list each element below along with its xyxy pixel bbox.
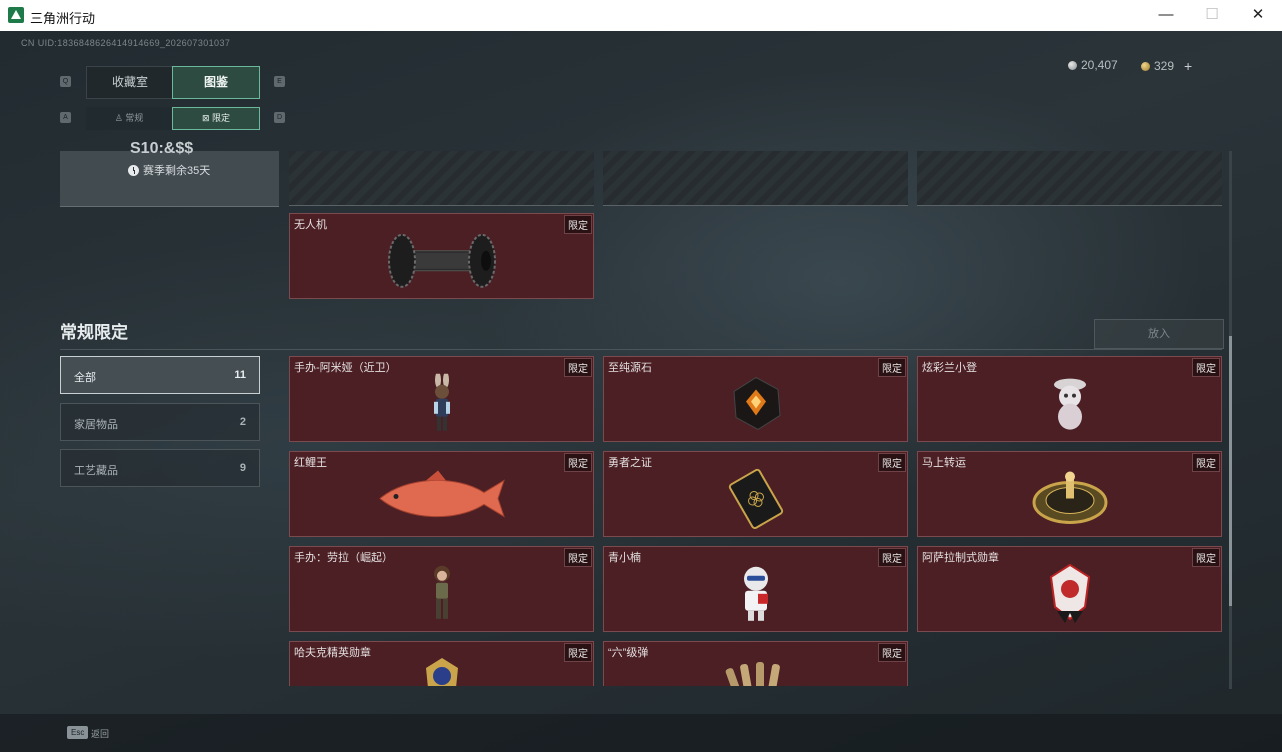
category-count: 11: [234, 369, 246, 381]
silver-coin-icon: [1068, 60, 1077, 70]
app-logo-icon: [8, 7, 24, 23]
limited-badge: 限定: [564, 548, 592, 567]
put-in-button[interactable]: 放入: [1094, 319, 1224, 349]
item-card[interactable]: 手办：劳拉（崛起） 限定: [289, 546, 594, 632]
limited-badge: 限定: [1192, 358, 1220, 377]
card-emblem-icon: [728, 468, 783, 530]
item-name: 勇者之证: [608, 457, 652, 469]
item-card[interactable]: “六”级弹 限定: [603, 641, 908, 686]
golden-wheel-icon: [1032, 471, 1107, 524]
minimize-button[interactable]: —: [1143, 3, 1189, 27]
clock-icon: [128, 164, 139, 176]
season-panel: S10:&$$ 赛季剩余35天: [60, 140, 279, 207]
season-remaining: 赛季剩余35天: [128, 162, 210, 178]
close-button[interactable]: ✕: [1235, 3, 1281, 27]
category-all[interactable]: 全部 11: [60, 356, 260, 394]
limited-badge: 限定: [878, 453, 906, 472]
figure-lara-icon: [433, 565, 450, 619]
game-viewport: CN UID:1836848626414914669_202607301037 …: [0, 31, 1282, 752]
limited-icon: ⊠: [201, 113, 210, 123]
item-name: 手办-阿米娅（近卫）: [294, 362, 397, 374]
tab-collection-room[interactable]: 收藏室: [86, 66, 174, 99]
item-name: 马上转运: [922, 457, 966, 469]
item-name: 手办：劳拉（崛起）: [294, 552, 393, 564]
drone-rotor-icon: [387, 233, 496, 288]
key-d-hint: D: [274, 112, 285, 123]
maximize-button[interactable]: ☐: [1189, 3, 1235, 27]
gold-currency: 329 +: [1141, 58, 1192, 74]
silver-amount: 20,407: [1081, 58, 1118, 72]
locked-slot: [289, 151, 594, 206]
key-e-hint: E: [274, 76, 285, 87]
item-card[interactable]: 红鲤王 限定: [289, 451, 594, 537]
mascot-figure-icon: [1053, 378, 1086, 430]
item-name: 红鲤王: [294, 457, 327, 469]
uid-label: CN UID:1836848626414914669_202607301037: [21, 38, 231, 48]
tab-regular[interactable]: ♙ 常规: [86, 107, 172, 130]
limited-badge: 限定: [564, 358, 592, 377]
locked-slot: [603, 151, 908, 206]
item-card[interactable]: 无人机 限定: [289, 213, 594, 299]
limited-badge: 限定: [878, 643, 906, 662]
item-name: 哈夫克精英勋章: [294, 647, 371, 659]
originium-crystal-icon: [732, 376, 781, 431]
item-name: 青小楠: [608, 552, 641, 564]
window-titlebar: 三角洲行动 — ☐ ✕: [0, 0, 1282, 32]
limited-badge: 限定: [878, 358, 906, 377]
item-card[interactable]: 勇者之证 限定: [603, 451, 908, 537]
item-name: 至纯源石: [608, 362, 652, 374]
category-craft-collectibles[interactable]: 工艺藏品 9: [60, 449, 260, 487]
red-carp-icon: [378, 470, 505, 518]
chibi-figure-icon: [743, 566, 768, 621]
item-card[interactable]: 哈夫克精英勋章 限定: [289, 641, 594, 686]
item-card[interactable]: 马上转运 限定: [917, 451, 1222, 537]
category-home-items[interactable]: 家居物品 2: [60, 403, 260, 441]
tab-regular-label: 常规: [125, 113, 144, 123]
figure-icon: ♙: [114, 113, 123, 123]
category-label: 全部: [74, 372, 96, 384]
tab-limited-label: 限定: [212, 113, 231, 123]
limited-badge: 限定: [878, 548, 906, 567]
tab-codex[interactable]: 图鉴: [172, 66, 260, 99]
item-card[interactable]: 至纯源石 限定: [603, 356, 908, 442]
key-a-hint: A: [60, 112, 71, 123]
footer-bar: [0, 714, 1282, 752]
item-name: 阿萨拉制式勋章: [922, 552, 999, 564]
back-label[interactable]: 返回: [91, 727, 109, 740]
bullets-icon: [725, 662, 780, 686]
limited-badge: 限定: [564, 643, 592, 662]
section-divider: [60, 349, 1222, 350]
scrollbar-thumb[interactable]: [1229, 336, 1232, 606]
item-name: 炫彩兰小登: [922, 362, 977, 374]
limited-badge: 限定: [564, 215, 592, 234]
gold-coin-icon: [1141, 61, 1150, 71]
tab-limited[interactable]: ⊠ 限定: [172, 107, 260, 130]
item-card[interactable]: 阿萨拉制式勋章 限定: [917, 546, 1222, 632]
section-title: 常规限定: [60, 323, 128, 342]
item-card[interactable]: 青小楠 限定: [603, 546, 908, 632]
category-count: 2: [239, 416, 246, 428]
limited-badge: 限定: [564, 453, 592, 472]
gold-amount: 329: [1154, 59, 1175, 73]
add-currency-button[interactable]: +: [1184, 58, 1192, 74]
category-label: 家居物品: [74, 419, 118, 431]
elite-medal-icon: [426, 658, 458, 686]
category-label: 工艺藏品: [74, 465, 118, 477]
window-title: 三角洲行动: [30, 11, 96, 26]
season-remaining-text: 赛季剩余35天: [143, 165, 211, 177]
item-name: 无人机: [294, 219, 327, 231]
figure-amiya-icon: [433, 373, 450, 431]
item-card[interactable]: 炫彩兰小登 限定: [917, 356, 1222, 442]
key-q-hint: Q: [60, 76, 71, 87]
medal-icon: [1049, 563, 1090, 623]
locked-slot: [917, 151, 1222, 206]
category-count: 9: [239, 462, 246, 474]
season-title: S10:&$$: [130, 140, 194, 157]
item-name: “六”级弹: [608, 647, 649, 659]
item-card[interactable]: 手办-阿米娅（近卫） 限定: [289, 356, 594, 442]
limited-badge: 限定: [1192, 453, 1220, 472]
esc-key-hint[interactable]: Esc: [67, 726, 89, 739]
limited-badge: 限定: [1192, 548, 1220, 567]
silver-currency: 20,407: [1068, 58, 1118, 72]
